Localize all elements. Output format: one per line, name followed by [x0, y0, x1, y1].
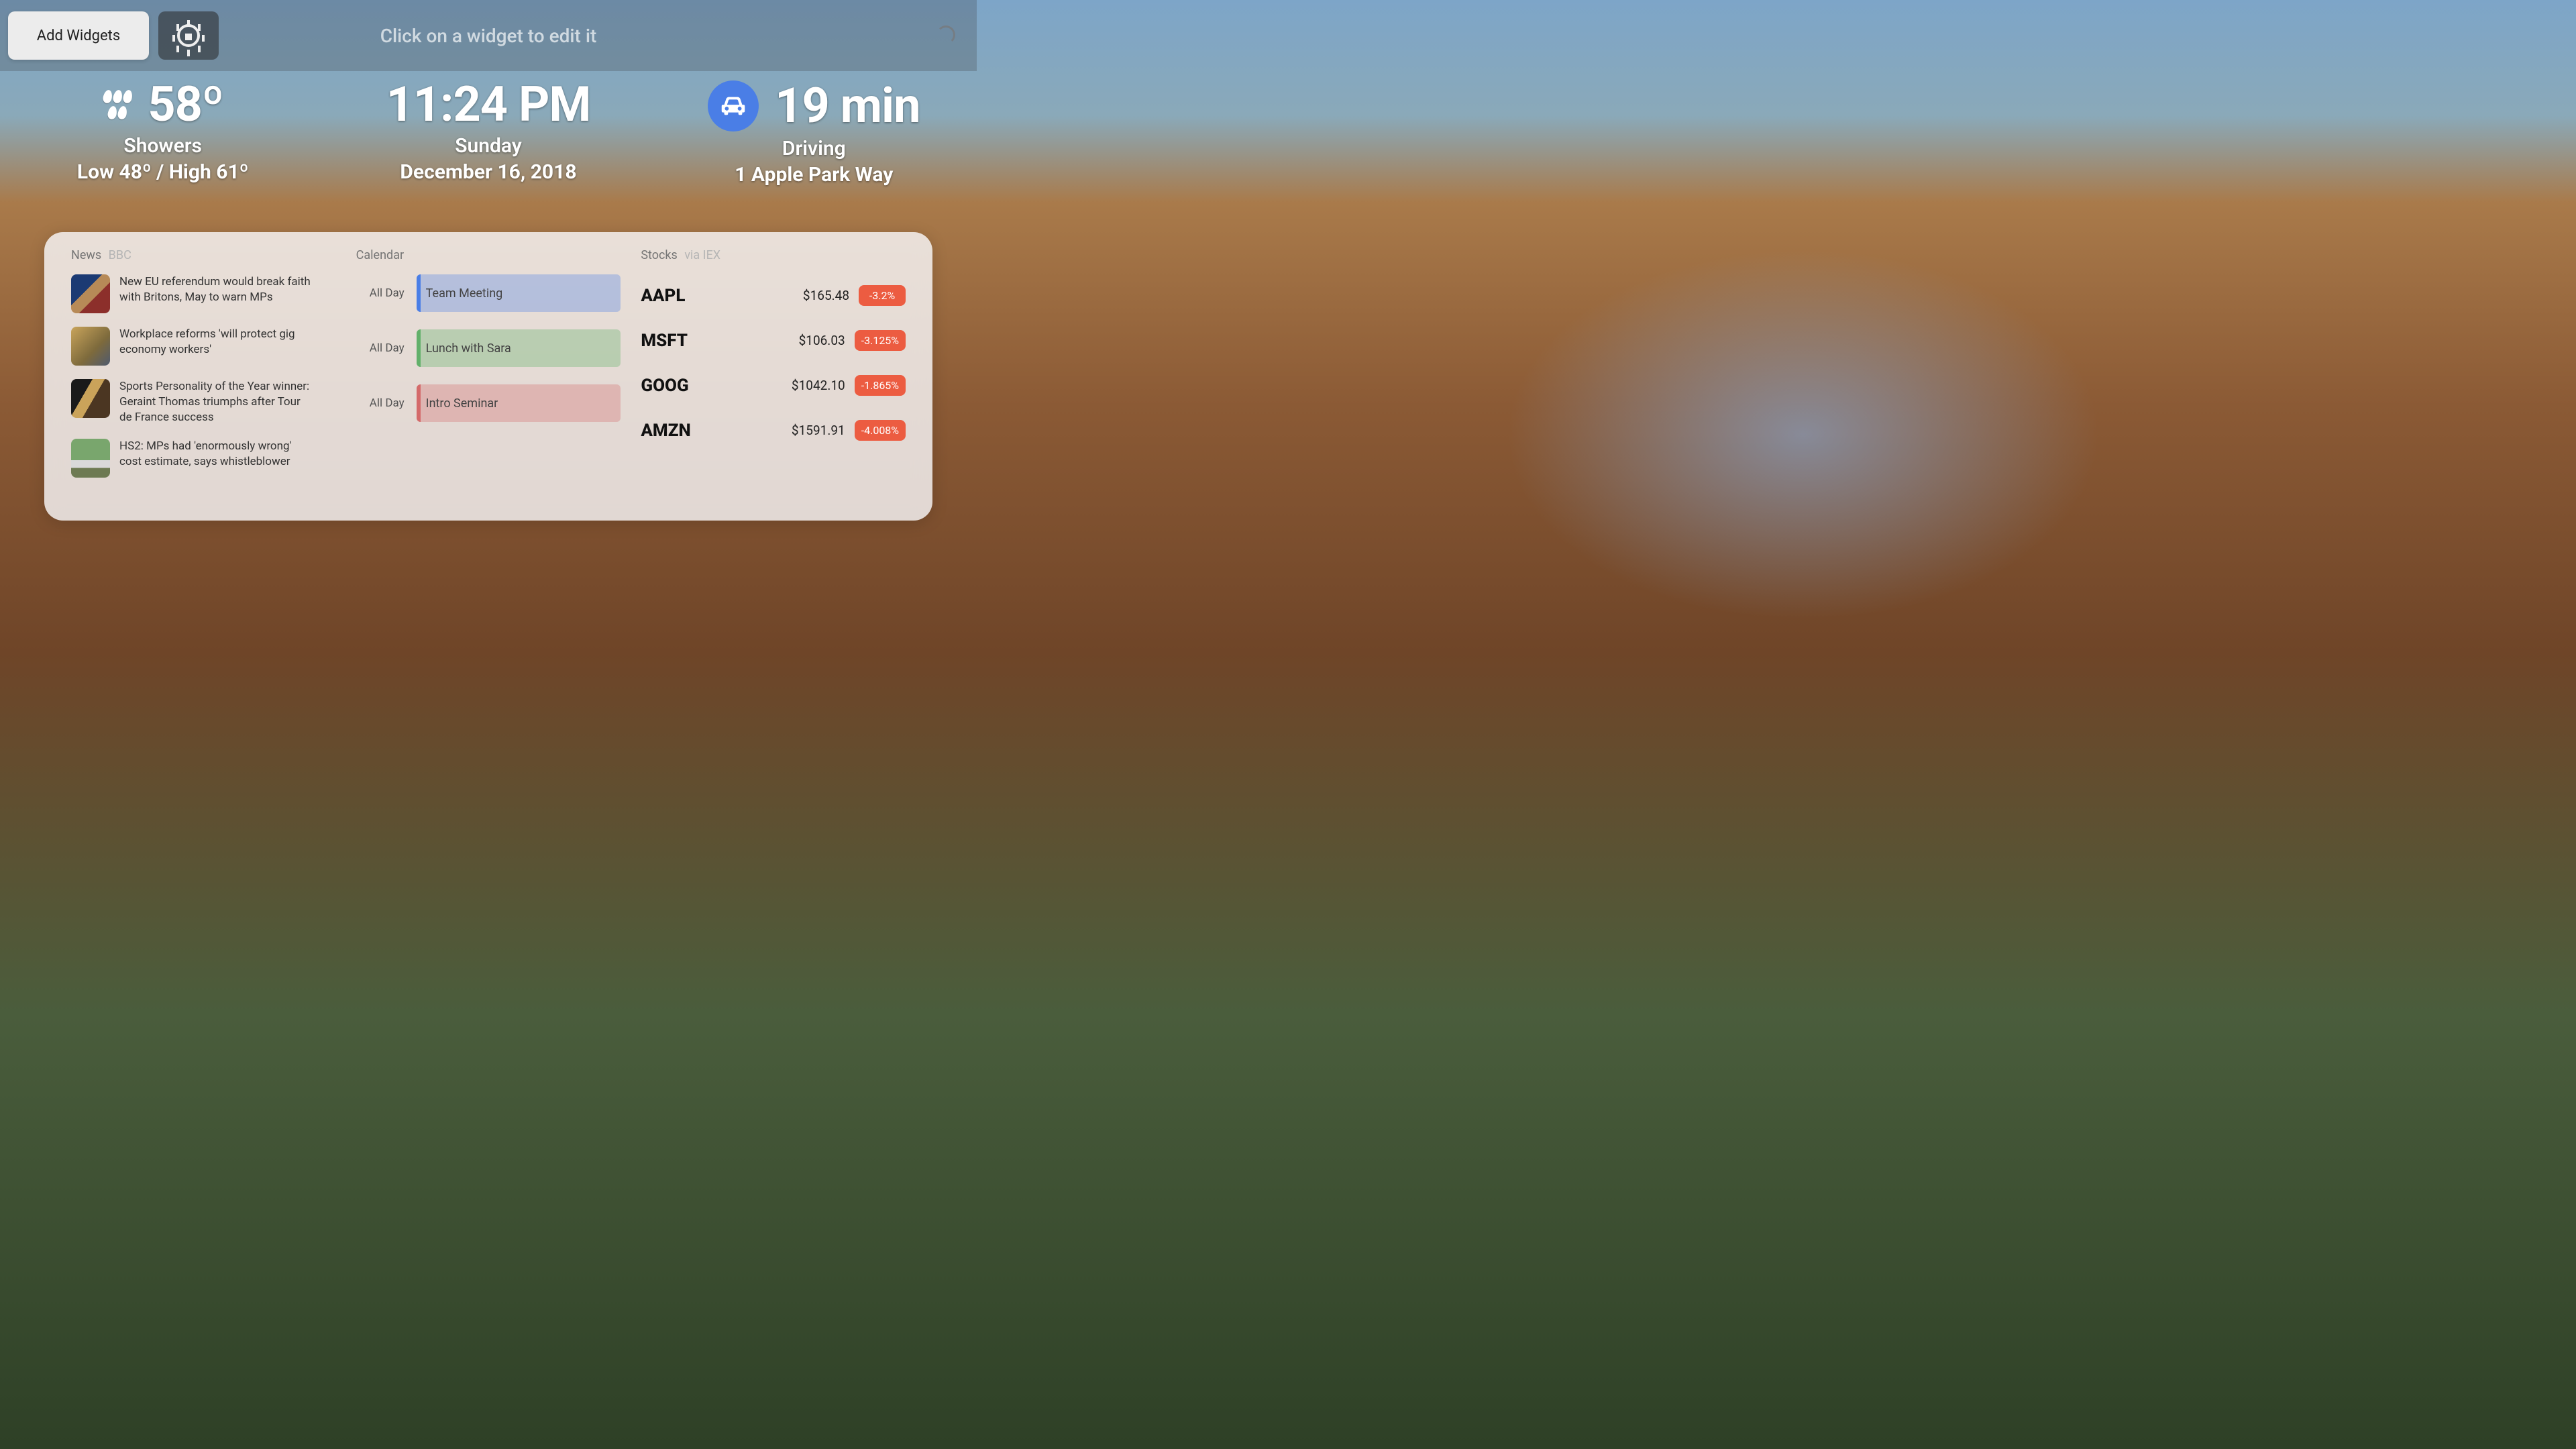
detail-card: News BBC New EU referendum would break f… — [44, 232, 932, 521]
stock-change-badge: -3.2% — [859, 285, 906, 306]
toolbar: Add Widgets Click on a widget to edit it — [0, 0, 977, 71]
commute-duration: 19 min — [775, 82, 920, 130]
calendar-event-title: Intro Seminar — [417, 384, 621, 422]
stock-change-badge: -1.865% — [855, 375, 906, 396]
news-source: BBC — [109, 248, 131, 262]
stock-symbol: MSFT — [641, 331, 688, 351]
stock-symbol: GOOG — [641, 376, 688, 396]
news-item[interactable]: New EU referendum would break faith with… — [71, 274, 336, 313]
news-headline: Sports Personality of the Year winner: G… — [119, 379, 314, 425]
stock-change-badge: -3.125% — [855, 330, 906, 351]
weather-widget[interactable]: 58º Showers Low 48º / High 61º — [0, 71, 325, 205]
stock-row[interactable]: MSFT $106.03 -3.125% — [641, 330, 906, 351]
calendar-event[interactable]: All Day Team Meeting — [356, 274, 621, 312]
settings-button[interactable] — [158, 11, 219, 60]
showers-icon — [102, 90, 133, 119]
stock-price: $1042.10 — [792, 378, 845, 393]
news-thumb — [71, 439, 110, 478]
gear-icon — [177, 24, 200, 47]
calendar-header: Calendar — [356, 248, 621, 262]
weather-temp: 58º — [148, 80, 223, 129]
calendar-event-time: All Day — [356, 396, 405, 410]
calendar-event-time: All Day — [356, 286, 405, 300]
clock-widget[interactable]: 11:24 PM Sunday December 16, 2018 — [325, 71, 651, 205]
commute-mode: Driving — [782, 137, 846, 160]
loading-spinner-icon — [936, 25, 955, 44]
stock-price: $106.03 — [799, 333, 845, 348]
stock-price: $1591.91 — [792, 423, 845, 438]
stock-change-badge: -4.008% — [855, 420, 906, 441]
commute-widget[interactable]: 19 min Driving 1 Apple Park Way — [651, 71, 977, 205]
news-headline: HS2: MPs had 'enormously wrong' cost est… — [119, 439, 314, 478]
news-thumb — [71, 274, 110, 313]
calendar-column: Calendar All Day Team Meeting All Day Lunch… — [348, 248, 629, 506]
news-item[interactable]: HS2: MPs had 'enormously wrong' cost est… — [71, 439, 336, 478]
news-header: News BBC — [71, 248, 336, 262]
clock-date: December 16, 2018 — [400, 160, 576, 184]
news-column: News BBC New EU referendum would break f… — [63, 248, 344, 506]
calendar-title: Calendar — [356, 248, 404, 262]
clock-weekday: Sunday — [455, 134, 522, 158]
news-thumb — [71, 379, 110, 418]
news-item[interactable]: Sports Personality of the Year winner: G… — [71, 379, 336, 425]
news-item[interactable]: Workplace reforms 'will protect gig econ… — [71, 327, 336, 366]
calendar-event[interactable]: All Day Intro Seminar — [356, 384, 621, 422]
clock-time: 11:24 PM — [386, 80, 591, 129]
stock-price: $165.48 — [803, 288, 849, 303]
commute-destination: 1 Apple Park Way — [735, 163, 893, 186]
stock-row[interactable]: AMZN $1591.91 -4.008% — [641, 420, 906, 441]
calendar-event-title: Team Meeting — [417, 274, 621, 312]
calendar-event-title: Lunch with Sara — [417, 329, 621, 367]
add-widgets-button[interactable]: Add Widgets — [8, 11, 149, 60]
stock-symbol: AMZN — [641, 421, 690, 441]
news-title: News — [71, 248, 101, 262]
stock-symbol: AAPL — [641, 286, 685, 306]
stocks-title: Stocks — [641, 248, 678, 262]
calendar-event-time: All Day — [356, 341, 405, 355]
news-thumb — [71, 327, 110, 366]
weather-condition: Showers — [123, 134, 202, 158]
stock-row[interactable]: GOOG $1042.10 -1.865% — [641, 375, 906, 396]
add-widgets-label: Add Widgets — [37, 28, 120, 44]
calendar-event[interactable]: All Day Lunch with Sara — [356, 329, 621, 367]
stock-row[interactable]: AAPL $165.48 -3.2% — [641, 285, 906, 306]
stocks-source: via IEX — [684, 248, 720, 262]
stocks-header: Stocks via IEX — [641, 248, 906, 262]
news-headline: New EU referendum would break faith with… — [119, 274, 314, 313]
toolbar-hint: Click on a widget to edit it — [380, 25, 597, 47]
car-icon — [708, 80, 759, 131]
hero-row: 58º Showers Low 48º / High 61º 11:24 PM … — [0, 71, 977, 205]
stocks-column: Stocks via IEX AAPL $165.48 -3.2% MSFT $106.… — [633, 248, 914, 506]
news-headline: Workplace reforms 'will protect gig econ… — [119, 327, 314, 366]
weather-range: Low 48º / High 61º — [77, 160, 249, 184]
